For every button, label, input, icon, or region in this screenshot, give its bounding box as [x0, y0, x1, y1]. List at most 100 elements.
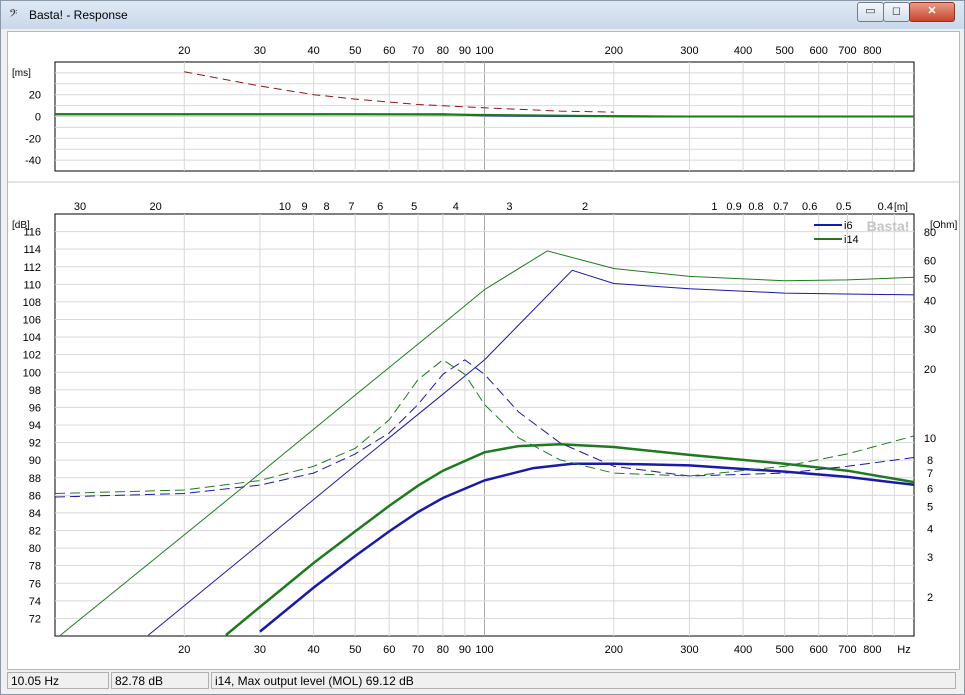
delay-x-tick: 700 [838, 45, 856, 57]
delay-x-tick: 30 [254, 45, 266, 57]
freq-x-tick: 80 [437, 644, 449, 656]
db-y-tick: 100 [23, 367, 41, 379]
db-y-tick: 72 [29, 613, 41, 625]
wavelength-tick: 0.7 [773, 201, 788, 213]
db-y-tick: 86 [29, 490, 41, 502]
title-bar[interactable]: 𝄢 Basta! - Response ▭ ◻ ✕ [1, 1, 964, 29]
response-charts[interactable]: 20 30 40 50 60 70 80 90 100 200 300 400 500 600 700 800… [8, 32, 959, 669]
db-y-tick: 106 [23, 315, 41, 327]
db-y-tick: 74 [29, 596, 41, 608]
db-y-tick: 108 [23, 297, 41, 309]
close-icon: ✕ [927, 5, 937, 17]
freq-x-tick: 70 [412, 644, 424, 656]
maximize-button[interactable]: ◻ [883, 2, 910, 22]
close-button[interactable]: ✕ [909, 2, 955, 22]
wavelength-tick: 3 [506, 201, 512, 213]
db-y-tick: 78 [29, 561, 41, 573]
freq-x-tick: 800 [863, 644, 881, 656]
delay-x-tick: 60 [383, 45, 395, 57]
freq-x-tick: 50 [349, 644, 361, 656]
minimize-button[interactable]: ▭ [857, 2, 884, 22]
wavelength-tick: 10 [279, 201, 291, 213]
db-y-tick: 94 [29, 420, 41, 432]
wavelength-tick: 5 [411, 201, 417, 213]
wavelength-tick: 0.5 [836, 201, 851, 213]
freq-x-tick: 60 [383, 644, 395, 656]
db-y-tick: 98 [29, 385, 41, 397]
wavelength-tick: 4 [453, 201, 459, 213]
wavelength-unit: [m] [894, 202, 908, 213]
ohm-y-tick: 5 [927, 501, 933, 513]
freq-x-tick: 700 [838, 644, 856, 656]
minimize-icon: ▭ [865, 5, 876, 17]
ohm-y-tick: 10 [924, 433, 936, 445]
db-y-tick: 76 [29, 578, 41, 590]
bass-clef-icon: 𝄢 [9, 7, 18, 22]
delay-y-tick: 0 [35, 112, 41, 124]
freq-x-tick: 200 [605, 644, 623, 656]
ohm-y-tick: 50 [924, 274, 936, 286]
db-y-tick: 88 [29, 473, 41, 485]
wavelength-tick: 30 [74, 201, 86, 213]
delay-x-tick: 500 [776, 45, 794, 57]
delay-x-tick: 300 [680, 45, 698, 57]
freq-x-tick: 600 [810, 644, 828, 656]
db-y-tick: 104 [23, 332, 41, 344]
ohm-y-tick: 7 [927, 468, 933, 480]
db-y-tick: 90 [29, 455, 41, 467]
window-title: Basta! - Response [29, 8, 128, 22]
ohm-y-tick: 20 [924, 364, 936, 376]
delay-x-tick: 50 [349, 45, 361, 57]
ohm-y-tick: 30 [924, 324, 936, 336]
maximize-icon: ◻ [891, 5, 902, 17]
freq-x-tick: 100 [475, 644, 493, 656]
db-y-tick: 92 [29, 438, 41, 450]
delay-x-tick: 90 [459, 45, 471, 57]
ohm-y-tick: 80 [924, 227, 936, 239]
delay-x-tick: 40 [307, 45, 319, 57]
freq-x-tick: 30 [254, 644, 266, 656]
wavelength-tick: 0.4 [878, 201, 893, 213]
legend-label-i6: i6 [844, 220, 853, 232]
delay-y-unit: [ms] [12, 68, 31, 79]
db-y-tick: 114 [23, 244, 41, 256]
delay-x-tick: 400 [734, 45, 752, 57]
wavelength-tick: 8 [323, 201, 329, 213]
db-y-tick: 80 [29, 543, 41, 555]
db-y-tick: 102 [23, 350, 41, 362]
wavelength-tick: 20 [149, 201, 161, 213]
freq-x-tick: 400 [734, 644, 752, 656]
ohm-y-tick: 3 [927, 552, 933, 564]
db-y-tick: 116 [23, 227, 41, 239]
basta-watermark: Basta! [867, 218, 910, 234]
status-bar: 10.05 Hz 82.78 dB i14, Max output level … [7, 671, 958, 691]
db-y-tick: 96 [29, 402, 41, 414]
freq-x-unit: Hz [897, 644, 910, 656]
wavelength-tick: 2 [582, 201, 588, 213]
wavelength-tick: 1 [711, 201, 717, 213]
wavelength-tick: 9 [301, 201, 307, 213]
delay-y-tick: -20 [25, 133, 41, 145]
response-window: 𝄢 Basta! - Response ▭ ◻ ✕ 20 30 40 50 60 70 80… [0, 0, 965, 695]
ohm-y-tick: 2 [927, 592, 933, 604]
freq-x-tick: 90 [459, 644, 471, 656]
wavelength-tick: 6 [377, 201, 383, 213]
legend-label-i14: i14 [844, 234, 859, 246]
wavelength-tick: 0.9 [726, 201, 741, 213]
freq-x-tick: 20 [178, 644, 190, 656]
delay-x-tick: 100 [475, 45, 493, 57]
ohm-y-tick: 8 [927, 455, 933, 467]
status-message: i14, Max output level (MOL) 69.12 dB [211, 672, 956, 689]
freq-x-tick: 300 [680, 644, 698, 656]
delay-x-tick: 800 [863, 45, 881, 57]
freq-x-tick: 40 [307, 644, 319, 656]
ohm-y-tick: 4 [927, 524, 933, 536]
delay-x-tick: 600 [810, 45, 828, 57]
delay-x-tick: 70 [412, 45, 424, 57]
ohm-y-tick: 40 [924, 296, 936, 308]
wavelength-tick: 0.6 [802, 201, 817, 213]
delay-x-tick: 200 [605, 45, 623, 57]
freq-x-tick: 500 [776, 644, 794, 656]
delay-y-tick: 20 [29, 90, 41, 102]
db-y-tick: 112 [23, 262, 41, 274]
